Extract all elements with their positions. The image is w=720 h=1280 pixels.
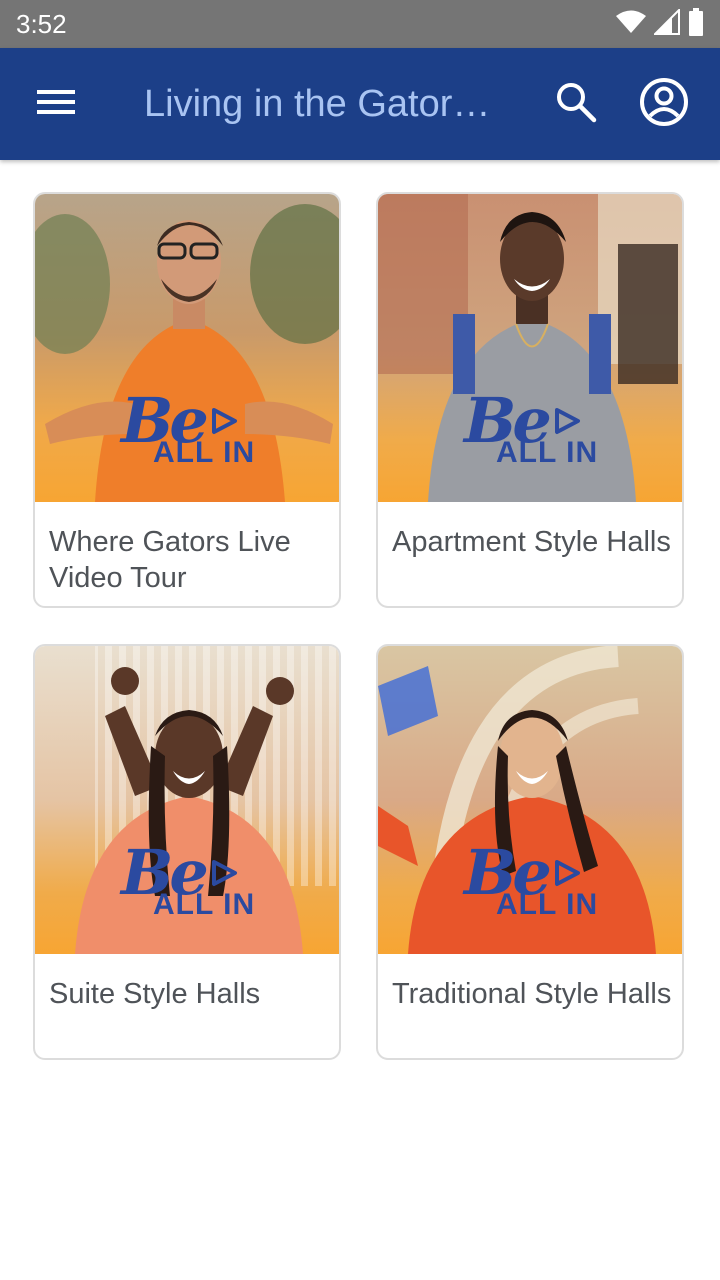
be-all-in-logo: Be ALL IN xyxy=(464,390,604,476)
card-traditional-style-halls[interactable]: Be ALL IN Traditional Style Halls xyxy=(376,644,684,1060)
play-triangle-icon xyxy=(552,858,582,893)
card-title: Apartment Style Halls xyxy=(392,526,671,558)
cellular-icon xyxy=(652,7,680,40)
be-all-in-logo: Be ALL IN xyxy=(121,842,261,928)
search-icon xyxy=(554,80,598,129)
card-title: Traditional Style Halls xyxy=(392,978,672,1010)
logo-all-in-text: ALL IN xyxy=(496,436,599,469)
status-time: 3:52 xyxy=(16,9,67,39)
account-icon xyxy=(639,77,689,132)
battery-icon xyxy=(688,7,704,41)
status-icons xyxy=(616,7,704,41)
logo-all-in-text: ALL IN xyxy=(153,436,256,469)
account-button[interactable] xyxy=(632,72,696,136)
card-photo: Be ALL IN xyxy=(35,194,339,502)
wifi-icon xyxy=(616,10,646,39)
play-triangle-icon xyxy=(209,406,239,441)
logo-all-in-text: ALL IN xyxy=(496,888,599,921)
card-apartment-style-halls[interactable]: Be ALL IN Apartment Style Halls xyxy=(376,192,684,608)
play-triangle-icon xyxy=(552,406,582,441)
page-title: Living in the Gator… xyxy=(144,83,491,125)
search-button[interactable] xyxy=(546,76,606,132)
status-bar: 3:52 xyxy=(0,0,720,48)
card-suite-style-halls[interactable]: Be ALL IN Suite Style Halls xyxy=(33,644,341,1060)
menu-icon xyxy=(36,87,76,122)
app-bar: Living in the Gator… xyxy=(0,48,720,160)
be-all-in-logo: Be ALL IN xyxy=(121,390,261,476)
logo-all-in-text: ALL IN xyxy=(153,888,256,921)
menu-button[interactable] xyxy=(24,76,88,132)
card-where-gators-live[interactable]: Be ALL IN Where Gators Live Video Tour xyxy=(33,192,341,608)
card-photo: Be ALL IN xyxy=(35,646,339,954)
card-photo: Be ALL IN xyxy=(378,646,682,954)
play-triangle-icon xyxy=(209,858,239,893)
be-all-in-logo: Be ALL IN xyxy=(464,842,604,928)
card-photo: Be ALL IN xyxy=(378,194,682,502)
card-title: Where Gators Live Video Tour xyxy=(49,526,291,594)
card-title: Suite Style Halls xyxy=(49,978,261,1010)
